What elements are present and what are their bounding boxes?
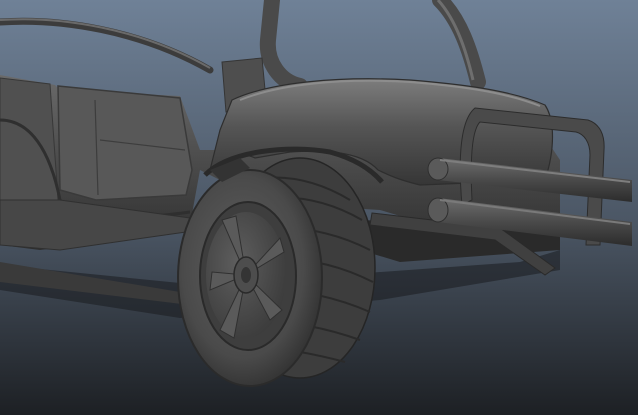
hub-center [241,267,251,283]
3d-viewport[interactable] [0,0,638,415]
front-wheel [177,157,376,387]
seat-rear [0,77,59,201]
viewport-scene[interactable] [0,0,638,415]
